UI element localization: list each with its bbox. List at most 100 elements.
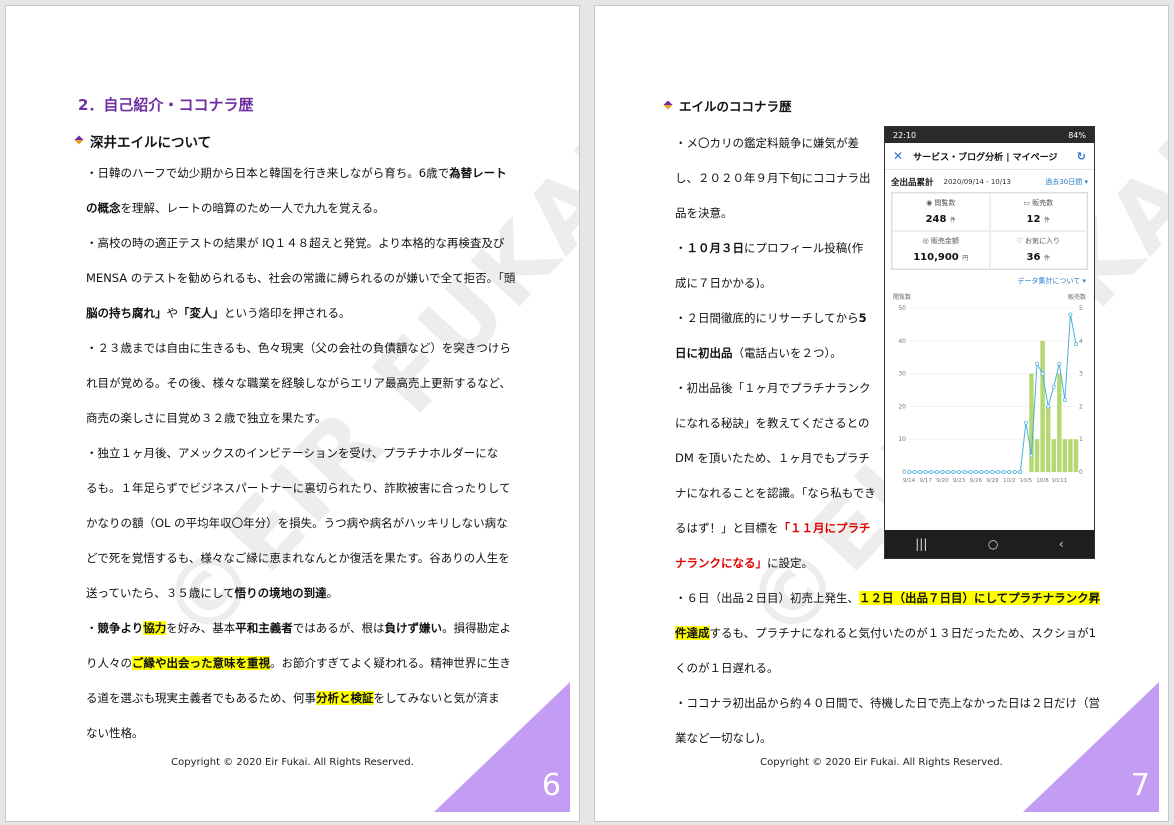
text-line: ・初出品後「１ヶ月でプラチナランク: [675, 371, 881, 406]
right-tick-label: 2: [1079, 403, 1083, 410]
text-segment: に設定。: [767, 556, 813, 570]
x-tick-label: 10/2: [1003, 478, 1015, 484]
line-point: [957, 470, 962, 474]
status-time: 22:10: [893, 130, 917, 140]
line-point: [1012, 470, 1017, 474]
text-segment: の概念: [86, 201, 121, 215]
coin-icon: ◎: [922, 237, 931, 245]
text-segment: を好み、基本: [166, 621, 236, 635]
text-segment: １２日（出品７日目）にしてプラチナランク昇: [859, 591, 1101, 605]
page-7: ©EIR FUKAI エイルのココナラ歴 ・メ〇カリの鑑定料競争に嫌気が差し、２…: [595, 6, 1168, 821]
left-axis-title: 閲覧数: [893, 293, 911, 301]
text-segment: 脳の持ち腐れ」: [86, 306, 167, 320]
line-point: [912, 470, 917, 474]
text-line: になれる秘訣」を教えてくださるとの: [675, 406, 881, 441]
text-segment: 業など一切なし)。: [675, 731, 772, 745]
subheading: 深井エイルについて: [74, 131, 211, 151]
bar: [1051, 439, 1056, 472]
text-line: り人々のご縁や出会った意味を重視。お節介すぎてよく疑われる。精神世界に生き: [86, 646, 516, 681]
text-line: ・高校の時の適正テストの結果が IQ１４８超えと発覚。より本格的な再検査及び: [86, 226, 516, 261]
line-point: [996, 470, 1001, 474]
text-line: 脳の持ち腐れ」や「変人」という烙印を押される。: [86, 296, 516, 331]
text-segment: ・: [675, 241, 687, 255]
text-segment: ・２日間徹底的にリサーチしてから: [675, 311, 859, 325]
text-segment: ・高校の時の適正テストの結果が IQ１４８超えと発覚。より本格的な再検査及び: [86, 236, 505, 250]
text-line: 件達成するも、プラチナになれると気付いたのが１３日だったため、スクショが1: [675, 616, 1105, 651]
line-point: [951, 470, 956, 474]
text-line: ・２３歳までは自由に生きるも、色々現実（父の会社の負債額など）を突きつけら: [86, 331, 516, 366]
subheading-text: 深井エイルについて: [90, 135, 212, 151]
refresh-icon[interactable]: ↻: [1077, 150, 1086, 163]
x-tick-label: 9/29: [986, 478, 999, 484]
x-tick-label: 10/8: [1036, 478, 1049, 484]
bar: [1062, 439, 1068, 472]
text-line: かなりの額（OL の平均年収〇年分）を損失。うつ病や病名がハッキリしない病な: [86, 506, 516, 541]
summary-row: 全出品累計 2020/09/14 - 10/13 過去30日間 ▾: [885, 170, 1094, 190]
text-segment: ナランクになる」: [675, 556, 767, 570]
text-line: 成に７日かかる)。: [675, 266, 881, 301]
subheading: エイルのココナラ歴: [663, 96, 792, 115]
section-heading: 2．自己紹介・ココナラ歴: [78, 96, 254, 114]
back-icon[interactable]: ‹: [1059, 537, 1064, 551]
bar: [1045, 406, 1051, 472]
text-segment: 5: [858, 311, 867, 325]
text-segment: ナになれることを認識。「なら私もでき: [675, 486, 876, 500]
text-segment: （電話占いを２つ）。: [732, 346, 842, 360]
body-text: ・日韓のハーフで幼少期から日本と韓国を行き来しながら育ち。6歳で為替レート の概念…: [86, 156, 516, 751]
text-segment: にプロフィール投稿(作: [744, 241, 864, 255]
text-segment: DM を頂いたため、１ヶ月でもプラチ: [675, 451, 870, 465]
text-segment: 商売の楽しさに目覚め３２歳で独立を果たす。: [86, 411, 327, 425]
text-segment: するも、プラチナになれると気付いたのが１３日だったため、スクショが1: [709, 626, 1096, 640]
stat-revenue: ◎ 販売金額 110,900 円: [892, 231, 990, 269]
text-line: ない性格。: [86, 716, 516, 751]
line-point: [979, 470, 984, 474]
text-segment: ・初出品後「１ヶ月でプラチナランク: [675, 381, 871, 395]
recent-apps-icon[interactable]: |||: [915, 537, 927, 551]
line-point: [1023, 420, 1028, 425]
x-tick-label: 9/23: [953, 478, 966, 484]
left-tick-label: 50: [898, 305, 906, 312]
text-segment: や: [166, 306, 179, 320]
cart-icon: ▭: [1023, 199, 1033, 207]
text-segment: 日に初出品: [675, 346, 733, 360]
text-segment: 。お節介すぎてよく疑われる。精神世界に生き: [270, 656, 511, 670]
text-segment: ・メ〇カリの鑑定料競争に嫌気が差: [675, 136, 859, 150]
close-icon[interactable]: ✕: [893, 149, 903, 163]
data-note-link[interactable]: データ集計について ▾: [885, 272, 1094, 290]
bar: [1040, 340, 1045, 472]
stats-grid: ◉ 閲覧数 248 件 ▭ 販売数 12 件 ◎ 販売金額 110,900 円 …: [891, 192, 1088, 270]
text-line: ・独立１ヶ月後、アメックスのインビテーションを受け、プラチナホルダーにな: [86, 436, 516, 471]
text-segment: るはず！」と目標を: [675, 521, 779, 535]
text-segment: 協力: [143, 621, 167, 635]
text-segment: 悟りの境地の到達: [234, 586, 327, 600]
text-line: ・競争より協力を好み、基本平和主義者ではあるが、根は負けず嫌い。損得勘定よ: [86, 611, 516, 646]
text-segment: かなりの額（OL の平均年収〇年分）を損失。うつ病や病名がハッキリしない病な: [86, 516, 508, 530]
text-line: ・ココナラ初出品から約４０日間で、待機した日で売上なかった日は２日だけ（営: [675, 686, 1105, 721]
text-segment: 。損得勘定よ: [442, 621, 512, 635]
period-dropdown[interactable]: 過去30日間 ▾: [1045, 177, 1088, 187]
text-segment: 負けず嫌い: [384, 621, 443, 635]
line-point: [929, 470, 934, 474]
line-point: [962, 470, 967, 474]
line-point: [1046, 404, 1051, 409]
text-segment: 「１１月にプラチ: [778, 521, 871, 535]
text-segment: ・６日（出品２日目）初売上発生、: [675, 591, 859, 605]
text-segment: ・: [86, 621, 98, 635]
text-segment: る道を選ぶも現実主義者でもあるため、何事: [86, 691, 316, 705]
text-segment: 。: [326, 586, 339, 600]
text-segment: になれる秘訣」を教えてくださるとの: [675, 416, 870, 430]
home-icon[interactable]: ○: [988, 537, 998, 551]
text-segment: ・独立１ヶ月後、アメックスのインビテーションを受け、プラチナホルダーにな: [86, 446, 499, 460]
page-6: ©EIR FUKAI 2．自己紹介・ココナラ歴 深井エイルについて ・日韓のハー…: [6, 6, 579, 821]
bar: [1057, 373, 1062, 472]
line-point: [918, 470, 923, 474]
line-point: [984, 470, 989, 474]
line-point: [923, 470, 928, 474]
text-segment: 分析と検証: [316, 691, 374, 705]
text-segment: るも。１年足らずでビジネスパートナーに裏切られたり、詐欺被害に合ったりして: [86, 481, 511, 495]
line-point: [940, 470, 945, 474]
stat-sales: ▭ 販売数 12 件: [989, 193, 1087, 231]
right-tick-label: 0: [1079, 469, 1083, 476]
text-line: 商売の楽しさに目覚め３２歳で独立を果たす。: [86, 401, 516, 436]
line-point: [968, 470, 973, 474]
